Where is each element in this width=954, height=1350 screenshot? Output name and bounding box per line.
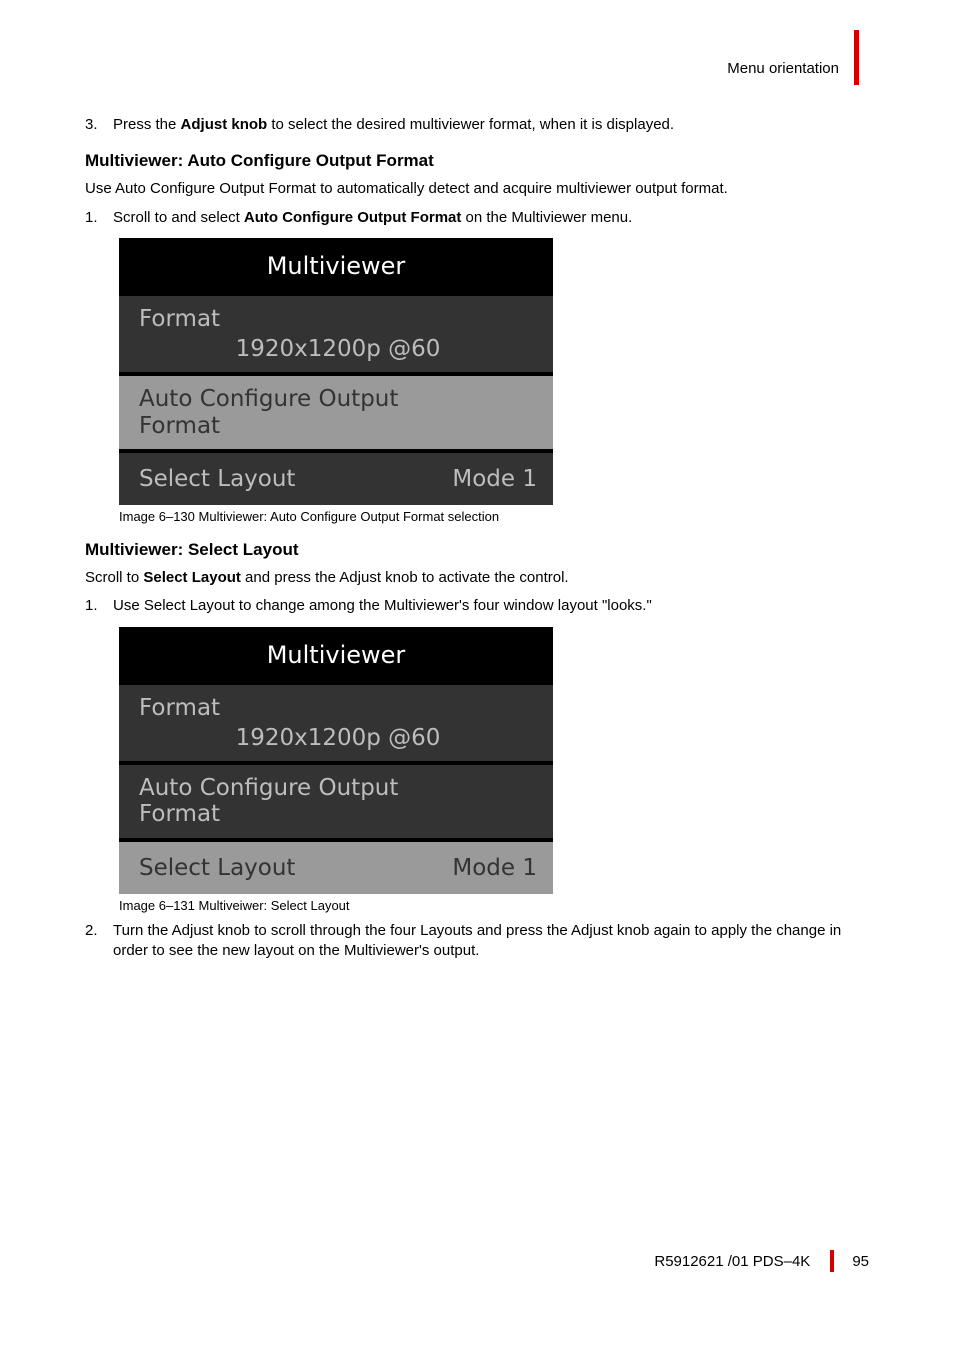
- device-menu: Multiviewer Format 1920x1200p @60 Auto C…: [119, 238, 553, 505]
- header-accent-bar: [854, 30, 859, 85]
- menu-item-select-layout: Select Layout Mode 1: [119, 838, 553, 894]
- heading-auto-configure: Multiviewer: Auto Configure Output Forma…: [85, 151, 869, 171]
- figure-caption-6-131: Image 6–131 Multiveiwer: Select Layout: [119, 898, 869, 913]
- menu-label: Format: [139, 306, 537, 332]
- footer-accent-bar: [830, 1250, 834, 1272]
- step-number: 1.: [85, 208, 113, 228]
- sec1-step-1: 1. Scroll to and select Auto Configure O…: [85, 208, 869, 228]
- menu-label: Select Layout: [139, 466, 295, 492]
- menu-line-2: Format: [139, 413, 537, 439]
- menu-value: Mode 1: [452, 466, 537, 492]
- figure-6-130: Multiviewer Format 1920x1200p @60 Auto C…: [119, 238, 869, 505]
- step-text: Press the Adjust knob to select the desi…: [113, 115, 869, 135]
- step-number: 2.: [85, 921, 113, 962]
- intro-select-layout: Scroll to Select Layout and press the Ad…: [85, 568, 869, 588]
- step-text: Use Select Layout to change among the Mu…: [113, 596, 869, 616]
- header-section-label: Menu orientation: [727, 60, 839, 77]
- text-bold: Select Layout: [143, 569, 241, 586]
- menu-title: Multiviewer: [119, 238, 553, 292]
- sec2-step-2: 2. Turn the Adjust knob to scroll throug…: [85, 921, 869, 962]
- text-bold: Adjust knob: [181, 116, 268, 133]
- text-post: and press the Adjust knob to activate th…: [241, 569, 569, 586]
- step-text: Turn the Adjust knob to scroll through t…: [113, 921, 869, 962]
- text-pre: Scroll to: [85, 569, 143, 586]
- menu-title: Multiviewer: [119, 627, 553, 681]
- menu-item-auto-configure: Auto Configure Output Format: [119, 372, 553, 449]
- menu-value: Mode 1: [452, 855, 537, 881]
- menu-label: Format: [139, 695, 537, 721]
- menu-line-2: Format: [139, 801, 537, 827]
- menu-label: Select Layout: [139, 855, 295, 881]
- footer-page-number: 95: [852, 1253, 869, 1270]
- menu-line-1: Auto Configure Output: [139, 386, 537, 412]
- page-footer: R5912621 /01 PDS–4K 95: [654, 1250, 869, 1272]
- sec2-step-1: 1. Use Select Layout to change among the…: [85, 596, 869, 616]
- menu-item-format: Format 1920x1200p @60: [119, 681, 553, 761]
- figure-6-131: Multiviewer Format 1920x1200p @60 Auto C…: [119, 627, 869, 894]
- page-content: 3. Press the Adjust knob to select the d…: [85, 115, 869, 961]
- step-number: 1.: [85, 596, 113, 616]
- intro-auto-configure: Use Auto Configure Output Format to auto…: [85, 179, 869, 199]
- text-pre: Scroll to and select: [113, 209, 244, 226]
- text-bold: Auto Configure Output Format: [244, 209, 461, 226]
- menu-line-1: Auto Configure Output: [139, 775, 537, 801]
- text-post: to select the desired multiviewer format…: [267, 116, 674, 133]
- step-text: Scroll to and select Auto Configure Outp…: [113, 208, 869, 228]
- page: Menu orientation 3. Press the Adjust kno…: [0, 0, 954, 1350]
- device-menu: Multiviewer Format 1920x1200p @60 Auto C…: [119, 627, 553, 894]
- figure-caption-6-130: Image 6–130 Multiviewer: Auto Configure …: [119, 509, 869, 524]
- text-pre: Press the: [113, 116, 181, 133]
- heading-select-layout: Multiviewer: Select Layout: [85, 540, 869, 560]
- menu-item-auto-configure: Auto Configure Output Format: [119, 761, 553, 838]
- menu-item-format: Format 1920x1200p @60: [119, 292, 553, 372]
- step-3: 3. Press the Adjust knob to select the d…: [85, 115, 869, 135]
- menu-value: 1920x1200p @60: [139, 725, 537, 751]
- text-post: on the Multiviewer menu.: [461, 209, 632, 226]
- menu-value: 1920x1200p @60: [139, 336, 537, 362]
- menu-item-select-layout: Select Layout Mode 1: [119, 449, 553, 505]
- footer-doc-id: R5912621 /01 PDS–4K: [654, 1253, 810, 1270]
- step-number: 3.: [85, 115, 113, 135]
